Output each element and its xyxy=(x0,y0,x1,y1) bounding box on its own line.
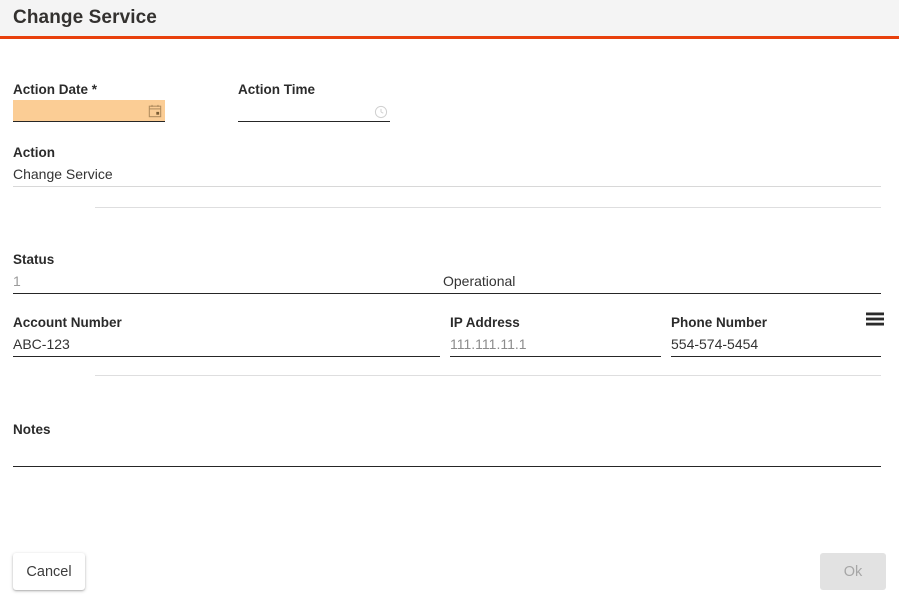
account-number-underline xyxy=(13,356,440,357)
action-label: Action xyxy=(13,145,55,160)
action-time-label: Action Time xyxy=(238,82,316,97)
section-divider-contact xyxy=(95,375,881,376)
ip-address-value: 111.111.11.1 xyxy=(450,336,527,352)
phone-number-input[interactable]: 554-574-5454 xyxy=(671,333,881,357)
notes-label: Notes xyxy=(13,422,51,437)
action-time-underline xyxy=(238,121,390,122)
phone-number-label: Phone Number xyxy=(671,315,768,330)
action-time-input[interactable] xyxy=(238,100,390,122)
action-underline xyxy=(13,186,881,187)
notes-input[interactable] xyxy=(13,442,881,467)
form-body: Action Date * Action Time Action Change … xyxy=(0,42,899,537)
action-date-label: Action Date * xyxy=(13,82,98,97)
ok-button[interactable]: Ok xyxy=(820,553,886,590)
status-code: 1 xyxy=(13,273,21,289)
page-title: Change Service xyxy=(13,7,157,28)
account-number-value: ABC-123 xyxy=(13,336,70,352)
clock-icon[interactable] xyxy=(374,105,388,124)
list-menu-icon[interactable] xyxy=(866,312,884,331)
dialog-footer: Cancel Ok xyxy=(0,537,899,599)
status-value: Operational xyxy=(443,273,516,289)
ip-address-label: IP Address xyxy=(450,315,520,330)
account-number-input[interactable]: ABC-123 xyxy=(13,333,440,357)
account-number-label: Account Number xyxy=(13,315,122,330)
action-date-autofill-highlight xyxy=(13,100,165,122)
status-underline xyxy=(13,293,881,294)
status-input[interactable]: 1 Operational xyxy=(13,270,881,294)
ip-address-input[interactable]: 111.111.11.1 xyxy=(450,333,661,357)
action-input[interactable]: Change Service xyxy=(13,163,881,187)
action-date-underline xyxy=(13,121,165,122)
dialog-header: Change Service xyxy=(0,0,899,39)
status-label: Status xyxy=(13,252,55,267)
cancel-button[interactable]: Cancel xyxy=(13,553,85,590)
phone-number-underline xyxy=(671,356,881,357)
section-divider-action xyxy=(95,207,881,208)
calendar-icon[interactable] xyxy=(148,104,162,123)
action-date-input[interactable] xyxy=(13,100,165,122)
phone-number-value: 554-574-5454 xyxy=(671,336,759,352)
ip-address-underline xyxy=(450,356,661,357)
notes-underline xyxy=(13,466,881,467)
action-value: Change Service xyxy=(13,166,113,182)
